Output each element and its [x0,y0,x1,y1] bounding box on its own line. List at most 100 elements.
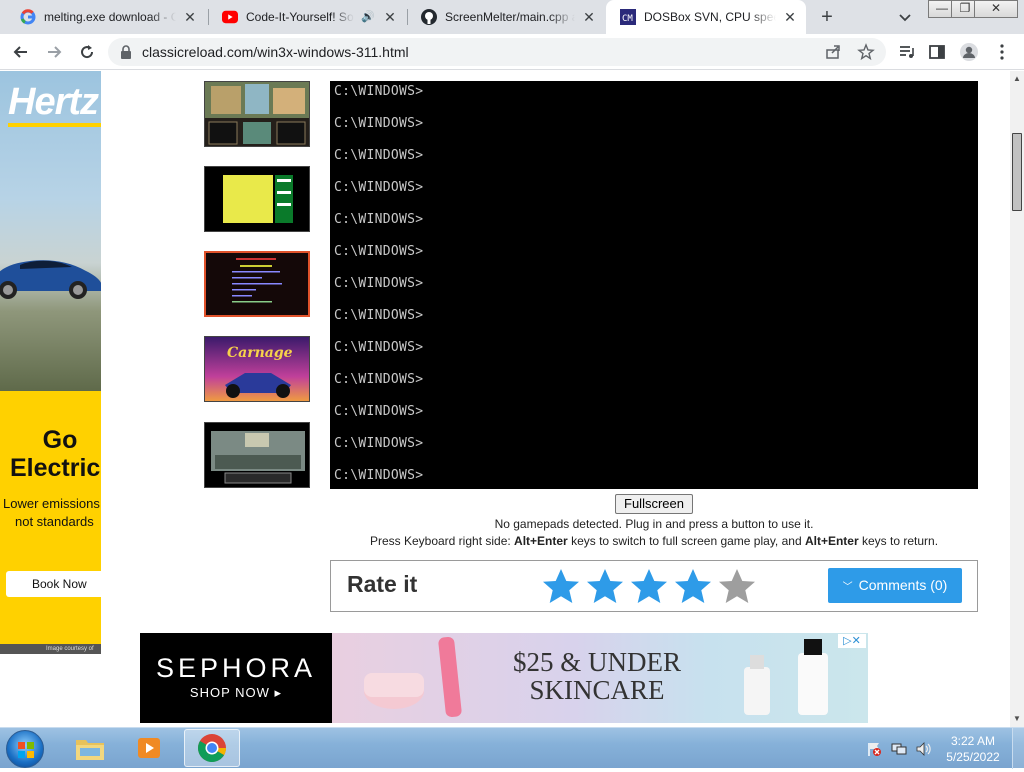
dos-prompt-line: C:\WINDOWS> [334,436,424,451]
window-close-button[interactable]: ✕ [974,0,1018,18]
hertz-ad[interactable]: Hertz Go Electric Lower emissions not st… [0,71,101,654]
address-bar[interactable]: classicreload.com/win3x-windows-311.html [108,38,886,66]
close-tab-icon[interactable]: ✕ [782,9,798,25]
browser-toolbar: classicreload.com/win3x-windows-311.html [0,34,1024,70]
action-center-flag-icon[interactable] [866,741,882,757]
reload-button[interactable] [75,40,99,64]
star-icon[interactable] [629,567,669,607]
screenshot-thumbnail[interactable] [204,166,310,232]
chrome-icon [198,734,226,762]
dosbox-icon: CM [620,9,636,25]
reload-icon [81,45,94,59]
side-panel-icon [929,45,945,59]
url-text[interactable]: classicreload.com/win3x-windows-311.html [142,44,409,60]
tab-title: Code-It-Yourself! Sound [246,10,354,24]
profile-button[interactable] [957,40,981,64]
bookmark-star-icon[interactable] [857,43,875,61]
folder-icon [76,740,104,760]
windows-logo-icon [18,742,34,758]
kb-text: keys to return. [858,534,939,548]
fullscreen-button[interactable]: Fullscreen [615,494,693,514]
dos-prompt-line: C:\WINDOWS> [334,148,424,163]
tab-title: ScreenMelter/main.cpp at [445,10,575,24]
show-desktop-button[interactable] [1012,728,1024,769]
forward-arrow-icon [48,46,62,58]
ad-headline-line: $25 & UNDER [513,647,681,677]
screenshot-thumbnail[interactable] [204,81,310,147]
star-icon[interactable] [585,567,625,607]
kebab-menu-icon [1000,44,1004,60]
github-icon [421,9,437,25]
dos-prompt-line: C:\WINDOWS> [334,468,424,483]
menu-button[interactable] [990,40,1014,64]
ad-headline: $25 & UNDER SKINCARE [482,648,712,704]
close-tab-icon[interactable]: ✕ [581,9,597,25]
screenshot-thumbnail[interactable] [204,422,310,488]
ad-subtext: not standards [15,514,94,529]
youtube-icon [222,9,238,25]
screenshot-thumbnail-selected[interactable] [204,251,310,317]
ad-subtext: Lower emissions [3,496,100,511]
rate-it-title: Rate it [347,571,418,597]
tab-google-search[interactable]: melting.exe download - Google ✕ [6,0,206,34]
new-tab-button[interactable]: + [816,7,838,29]
ad-credit: Image courtesy of [0,644,101,654]
star-icon[interactable] [541,567,581,607]
book-now-button[interactable]: Book Now [6,571,101,597]
svg-text:Carnage: Carnage [227,345,293,361]
ad-headline: Go [42,426,78,454]
google-icon [20,9,36,25]
share-icon[interactable] [824,43,842,61]
scrollbar-thumb[interactable] [1012,133,1022,211]
taskbar-explorer[interactable] [62,729,118,767]
kb-shortcut: Alt+Enter [514,534,568,548]
tab-youtube[interactable]: Code-It-Yourself! Sound 🔊 ✕ [208,0,406,34]
logo-underline [8,123,101,127]
scroll-up-arrow-icon[interactable]: ▲ [1013,75,1021,83]
clock-date: 5/25/2022 [946,750,1000,764]
star-icon-empty[interactable] [717,567,757,607]
close-tab-icon[interactable]: ✕ [382,9,398,25]
dos-prompt-line: C:\WINDOWS> [334,116,424,131]
page-scrollbar[interactable]: ▲ ▼ [1010,71,1024,727]
tab-strip: melting.exe download - Google ✕ Code-It-… [0,0,1024,34]
taskbar-chrome[interactable] [184,729,240,767]
tab-github[interactable]: ScreenMelter/main.cpp at ✕ [407,0,605,34]
kb-text: keys to switch to full screen game play,… [567,534,805,548]
kb-text: Press Keyboard right side: [369,534,515,548]
web-page: Hertz Go Electric Lower emissions not st… [0,71,1010,727]
media-playlist-icon [900,46,914,58]
star-icon[interactable] [673,567,713,607]
side-panel-button[interactable] [925,40,949,64]
sephora-logo: SEPHORA [155,653,317,683]
adchoices-icon[interactable]: ▷✕ [838,634,866,648]
close-tab-icon[interactable]: ✕ [182,9,198,25]
media-player-icon [138,738,160,758]
back-button[interactable] [9,40,33,64]
start-button[interactable] [6,730,44,768]
network-icon[interactable] [891,741,907,757]
tab-dosbox[interactable]: CM DOSBox SVN, CPU speed ✕ [606,0,806,34]
media-control-button[interactable] [895,40,919,64]
comments-button[interactable]: ﹀ Comments (0) [828,568,962,603]
dosbox-emulator-screen[interactable]: C:\WINDOWS> C:\WINDOWS> C:\WINDOWS> C:\W… [330,81,978,489]
dos-prompt-line: C:\WINDOWS> [334,372,424,387]
clock-time: 3:22 AM [950,734,996,748]
svg-text:CM: CM [622,14,633,24]
lock-icon[interactable] [118,44,134,60]
volume-icon[interactable] [915,741,931,757]
system-clock[interactable]: 3:22 AM 5/25/2022 [940,733,1006,765]
sephora-ad[interactable]: SEPHORA SHOP NOW ▸ $25 & UNDER SKINCARE ▷… [140,633,868,723]
forward-button[interactable] [42,40,66,64]
dos-prompt-line: C:\WINDOWS> [334,180,424,195]
screenshot-thumbnail[interactable]: Carnage [204,336,310,402]
keyboard-instructions: Press Keyboard right side: Alt+Enter key… [330,534,978,548]
shop-now-link[interactable]: SHOP NOW ▸ [140,685,332,701]
tab-search-chevron-icon[interactable] [896,8,914,26]
taskbar-media-player[interactable] [122,729,178,767]
dos-prompt-line: C:\WINDOWS> [334,244,424,259]
ad-headline-line: SKINCARE [529,675,665,705]
scroll-down-arrow-icon[interactable]: ▼ [1013,715,1021,723]
comments-label: Comments (0) [858,577,948,593]
speaker-icon[interactable]: 🔊 [360,9,376,25]
